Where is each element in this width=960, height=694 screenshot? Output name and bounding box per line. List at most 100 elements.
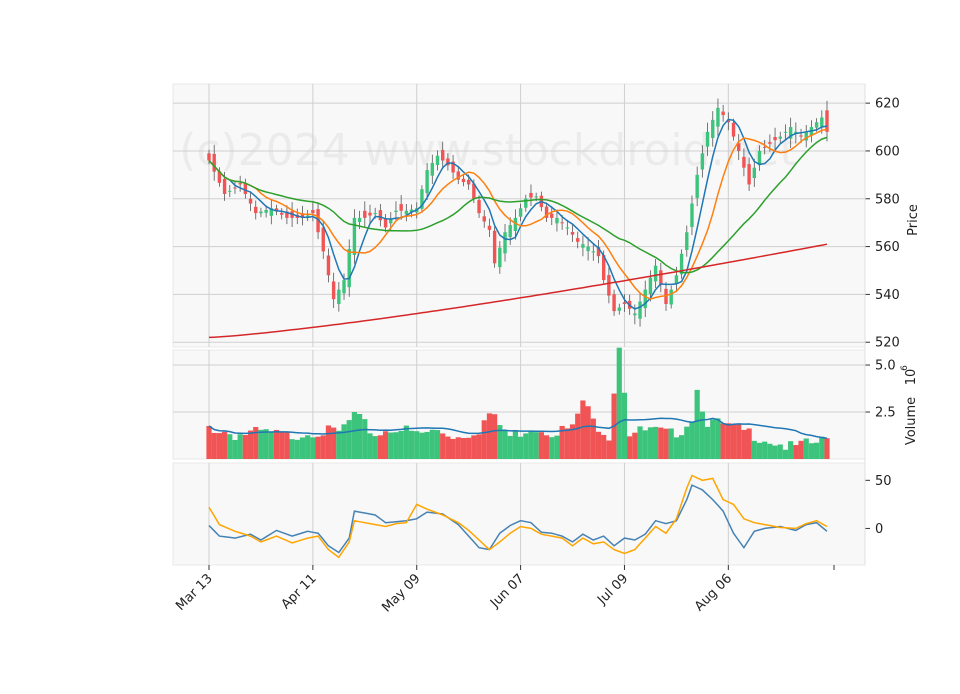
candle-down-body [461,178,466,183]
x-tick-label: May 09 [379,571,423,615]
candle-up-body [404,210,409,215]
candle-up-body [565,227,570,229]
candle-up-body [264,209,268,213]
candle-down-body [212,153,216,172]
volume-exponent-power: 6 [900,365,910,371]
volume-bar [549,437,555,459]
candle-up-body [633,313,637,316]
candle-down-body [773,136,777,141]
volume-bar [601,434,607,459]
x-tick-label: Aug 06 [692,571,735,614]
candle-up-body [357,217,362,223]
volume-bar [543,435,550,459]
candle-down-body [487,225,492,230]
candle-up-body [508,225,512,238]
candle-up-body [643,289,647,309]
volume-bar [658,427,664,459]
volume-bar [325,425,332,459]
candle [492,226,497,268]
candle-up-body [373,213,377,215]
candle-up-body [814,122,819,128]
candle-up-body [352,217,357,255]
candle-up-body [752,167,756,179]
volume-bar [476,434,482,459]
volume-bar [377,435,383,459]
candle-down-body [280,212,284,215]
candle-up-body [669,289,673,305]
candle-down-body [768,142,772,144]
volume-axis-label: Volume [904,397,919,445]
volume-bar [767,443,773,459]
volume-bar [221,431,228,459]
candle-up-body [425,170,429,194]
volume-tick-label: 5.0 [875,359,896,374]
candle-down-body [622,302,627,304]
volume-bar [206,425,212,459]
candle-down-body [550,213,554,218]
candle-up-body [778,136,782,139]
volume-bar [741,429,747,459]
volume-tick-label: 2.5 [875,406,896,421]
oscillator-panel [172,462,866,566]
volume-bar [647,427,654,459]
volume-bar [305,435,311,459]
volume-bar [715,418,721,459]
volume-bar [492,414,498,459]
candle-down-body [721,111,725,116]
volume-bar [279,432,285,459]
price-tick-label: 620 [875,97,900,112]
candle-up-body [503,232,507,254]
candle-up-body [435,155,440,166]
candle-up-body [228,190,232,192]
volume-bar [819,436,825,459]
volume-bar [616,347,622,459]
volume-bar [803,438,809,459]
price-tick-label: 600 [875,144,900,159]
volume-bar [331,427,337,459]
candle-up-body [347,248,351,288]
volume-bar [538,432,544,459]
volume-bar [429,429,435,459]
candle-down-body [742,156,746,168]
candle-down-body [222,178,227,194]
candle-down-body [529,192,533,198]
candle-up-body [534,196,538,198]
candle-down-body [321,227,325,252]
candle-up-body [394,210,398,213]
volume-bar [606,440,612,459]
candle-down-body [607,275,611,296]
volume-bar [730,423,737,459]
candle-down-body [311,210,315,214]
volume-bar [699,411,705,459]
volume-bar [746,428,752,459]
candle-up-body [653,265,658,282]
candle-up-body [498,247,502,268]
volume-bar [751,440,757,459]
volume-bar [689,422,695,459]
candle-down-body [363,210,367,218]
volume-bar [434,430,441,459]
volume-bar [533,432,539,459]
candle-down-body [482,216,486,222]
volume-bar [678,435,685,459]
volume-bar [398,430,404,459]
volume-bar [772,445,778,459]
volume-bar [294,439,300,459]
volume-bar [653,426,659,459]
volume-bar [232,439,238,459]
volume-bar [808,443,815,459]
volume-bar [517,436,524,459]
volume-bar [554,435,560,459]
candle-down-body [233,187,237,189]
volume-bar [393,432,399,459]
candle-down-body [243,183,248,194]
volume-bar [362,419,368,459]
panel-background [172,462,866,566]
volume-bar [216,433,222,459]
candle-down-body [570,231,575,235]
volume-bar [227,434,233,459]
price-axis-label: Price [906,204,921,236]
volume-bar [512,430,519,459]
x-tick-label: Apr 11 [279,571,320,612]
candle-up-body [617,307,621,311]
